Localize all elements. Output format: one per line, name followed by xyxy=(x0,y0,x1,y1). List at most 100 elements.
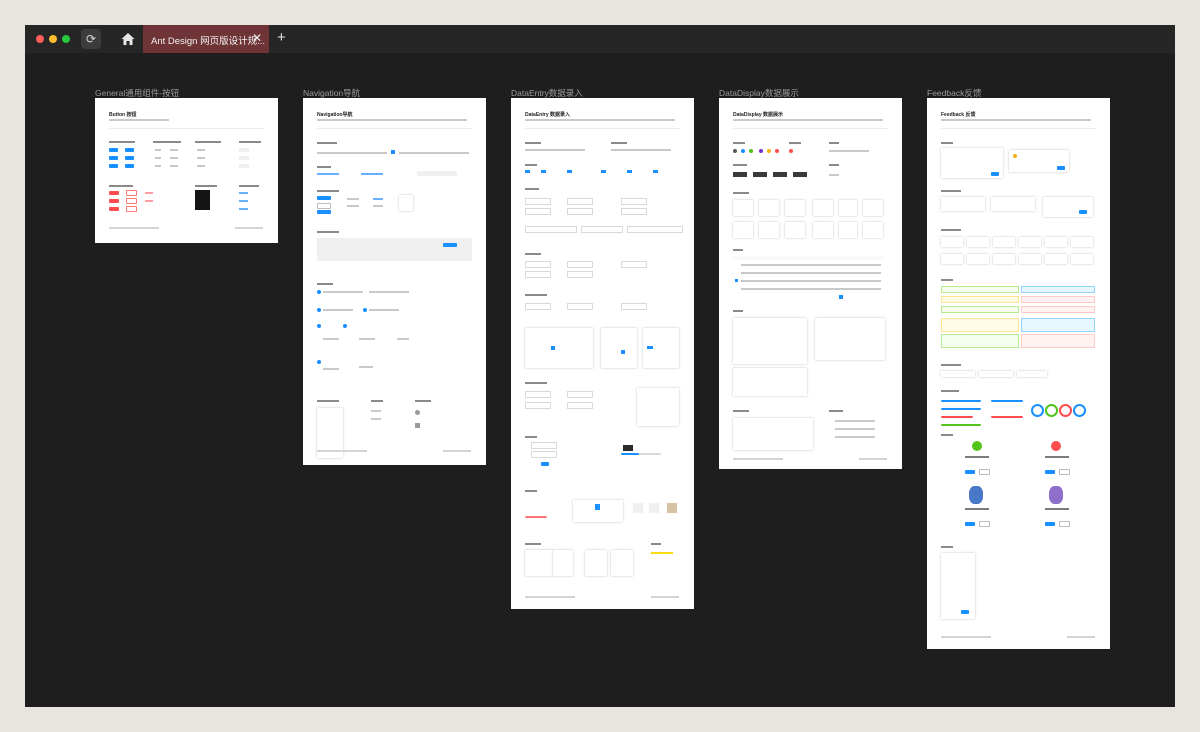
primary-button xyxy=(109,156,118,160)
primary-button xyxy=(109,148,118,152)
section-label xyxy=(153,141,181,143)
steps-line xyxy=(323,291,363,293)
pagination-row xyxy=(317,152,387,154)
section-label xyxy=(317,283,333,285)
avatar xyxy=(749,149,753,153)
input-field xyxy=(581,226,623,233)
section-label xyxy=(525,164,537,166)
result-error-icon xyxy=(1051,441,1061,451)
list-card xyxy=(733,368,807,396)
steps-text xyxy=(323,368,339,370)
checkbox-row xyxy=(525,149,585,151)
upload-avatar xyxy=(667,503,677,513)
select-field xyxy=(567,271,593,278)
alert-info xyxy=(1021,286,1095,293)
table-pagination xyxy=(839,295,843,299)
tab-title: Ant Design 网页版设计规... xyxy=(151,36,266,47)
design-canvas[interactable]: General通用组件-按钮 Button 按钮 Navigation导航 Na… xyxy=(25,53,1175,707)
badge xyxy=(789,149,793,153)
disabled-button xyxy=(239,148,249,152)
divider xyxy=(733,128,888,129)
primary-button xyxy=(125,156,134,160)
frame-description xyxy=(941,119,1091,121)
dropdown-card xyxy=(399,195,413,211)
table-row xyxy=(741,288,881,290)
info-card xyxy=(785,200,805,216)
message-toast xyxy=(1017,371,1047,377)
minimize-window-icon[interactable] xyxy=(49,35,57,43)
frame-navigation[interactable]: Navigation导航 xyxy=(303,98,486,465)
pagination-active xyxy=(391,150,395,154)
steps-dot xyxy=(317,308,321,312)
calendar-card xyxy=(525,328,593,368)
text-button xyxy=(155,165,161,167)
section-label xyxy=(941,434,953,436)
input-field xyxy=(567,208,593,215)
input-field xyxy=(627,226,683,233)
alert-success-desc xyxy=(941,334,1019,348)
text-button xyxy=(155,149,161,151)
calendar-selected xyxy=(621,350,625,354)
steps-text xyxy=(323,338,339,340)
reload-icon[interactable]: ⟳ xyxy=(81,29,101,49)
section-label xyxy=(525,294,547,296)
result-button xyxy=(965,470,975,474)
popconfirm-card xyxy=(967,254,989,264)
table-header xyxy=(733,256,885,260)
back-top-icon xyxy=(415,410,420,415)
card-tabs xyxy=(417,171,457,176)
message-toast xyxy=(979,371,1013,377)
danger-text-button xyxy=(145,192,153,194)
info-card xyxy=(813,222,833,238)
calendar-card xyxy=(601,328,637,368)
frame-data-entry[interactable]: DataEntry 数据录入 xyxy=(511,98,694,609)
popconfirm-card xyxy=(941,237,963,247)
calendar-selected xyxy=(551,346,555,350)
title-bar: ⟳ Ant Design 网页版设计规... ✕ + xyxy=(25,25,1175,53)
table-row xyxy=(741,264,881,266)
switch xyxy=(567,170,572,173)
text-button xyxy=(155,157,161,159)
close-window-icon[interactable] xyxy=(36,35,44,43)
home-icon[interactable] xyxy=(119,30,137,48)
avatar xyxy=(775,149,779,153)
select-field xyxy=(621,261,647,268)
progress-circle xyxy=(1045,404,1058,417)
upload-thumb xyxy=(649,503,659,513)
section-label xyxy=(941,279,953,281)
info-card xyxy=(839,222,857,238)
progress-bar xyxy=(941,424,981,426)
zoom-window-icon[interactable] xyxy=(62,35,70,43)
tabs-row xyxy=(317,173,339,175)
section-label xyxy=(829,164,839,166)
frame-description xyxy=(317,119,467,121)
tab-close-icon[interactable]: ✕ xyxy=(252,31,262,45)
select-field xyxy=(525,261,551,268)
switch xyxy=(627,170,632,173)
section-label xyxy=(525,253,541,255)
danger-text-button xyxy=(145,200,153,202)
input-field xyxy=(525,226,577,233)
frame-feedback[interactable]: Feedback 反馈 xyxy=(927,98,1110,649)
frame-footer xyxy=(235,227,263,229)
section-label xyxy=(109,185,133,187)
section-label xyxy=(317,190,339,192)
form-input xyxy=(531,442,557,449)
frame-general[interactable]: Button 按钮 xyxy=(95,98,278,243)
popconfirm-card xyxy=(1071,237,1093,247)
section-label xyxy=(239,185,259,187)
text-button xyxy=(197,157,205,159)
frame-data-display[interactable]: DataDisplay 数据展示 xyxy=(719,98,902,469)
result-title xyxy=(965,508,989,510)
text-button xyxy=(197,165,205,167)
alert-error xyxy=(1021,306,1095,313)
frame-description xyxy=(109,119,169,121)
transfer-list xyxy=(585,550,607,576)
frame-footer xyxy=(651,596,679,598)
new-tab-icon[interactable]: + xyxy=(277,29,286,46)
progress-bar xyxy=(991,416,1023,418)
link-button xyxy=(239,208,248,210)
switch xyxy=(541,170,546,173)
active-tab[interactable]: Ant Design 网页版设计规... ✕ xyxy=(143,25,269,53)
slider-fill xyxy=(621,453,639,455)
